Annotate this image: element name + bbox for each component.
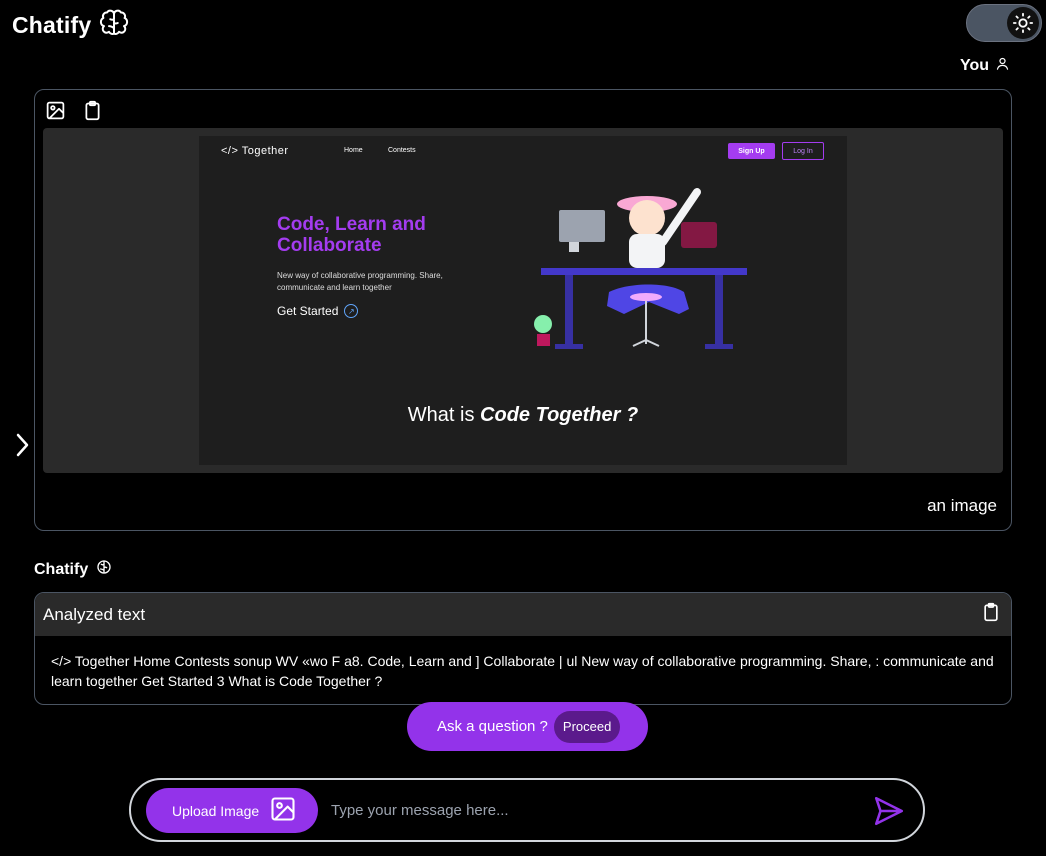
preview-nav-home: Home (344, 147, 363, 154)
preview-headline: Code, Learn and Collaborate (277, 214, 426, 256)
bot-sender-label: Chatify (34, 559, 112, 580)
preview-what-emph: Code Together ? (480, 404, 639, 426)
card-toolbar (45, 100, 103, 126)
image-icon (269, 795, 297, 826)
preview-login-button: Log In (782, 142, 824, 160)
preview-tagline: New way of collaborative programming. Sh… (277, 271, 443, 292)
upload-image-button[interactable]: Upload Image (146, 788, 318, 833)
message-composer: Upload Image (129, 778, 925, 842)
uploaded-screenshot: </> Together Home Contests Sign Up Log I… (199, 136, 847, 465)
ask-question-label: Ask a question ? (437, 718, 548, 735)
theme-toggle[interactable] (966, 4, 1042, 42)
image-preview: </> Together Home Contests Sign Up Log I… (43, 128, 1003, 473)
user-sender-label: You (960, 56, 1010, 76)
brain-icon (99, 8, 129, 43)
preview-signup-button: Sign Up (728, 143, 775, 159)
analyzed-header: Analyzed text (35, 593, 1011, 636)
clipboard-icon[interactable] (981, 601, 1001, 628)
ask-question-prompt: Ask a question ? Proceed (407, 702, 648, 751)
send-icon[interactable] (869, 792, 909, 830)
app-header: Chatify (12, 8, 129, 43)
chevron-right-icon[interactable] (12, 432, 32, 463)
user-icon (995, 56, 1010, 76)
user-name: You (960, 57, 990, 74)
upload-image-label: Upload Image (172, 802, 260, 819)
analyzed-title: Analyzed text (43, 604, 146, 624)
preview-what-prefix: What is (407, 404, 481, 426)
analyzed-text: </> Together Home Contests sonup WV «wo … (51, 653, 994, 689)
arrow-icon: ↗ (344, 304, 359, 318)
coder-illustration (534, 188, 747, 349)
image-caption: an image (927, 496, 997, 515)
preview-nav-contests: Contests (388, 147, 416, 154)
analyzed-text-card: Analyzed text </> Together Home Contests… (34, 592, 1012, 705)
preview-get-started-label: Get Started (277, 304, 339, 318)
message-input[interactable] (331, 795, 851, 825)
clipboard-icon[interactable] (82, 100, 103, 126)
preview-logo: </> Together (221, 145, 289, 157)
preview-get-started: Get Started ↗ (277, 304, 359, 318)
app-title: Chatify (12, 12, 92, 38)
proceed-button[interactable]: Proceed (553, 710, 621, 743)
sun-icon (1007, 7, 1039, 39)
bot-name: Chatify (34, 560, 89, 578)
user-message-card: </> Together Home Contests Sign Up Log I… (34, 89, 1012, 531)
brain-icon (96, 559, 112, 580)
image-icon[interactable] (45, 100, 66, 126)
preview-what-is: What is Code Together ? (199, 404, 847, 427)
